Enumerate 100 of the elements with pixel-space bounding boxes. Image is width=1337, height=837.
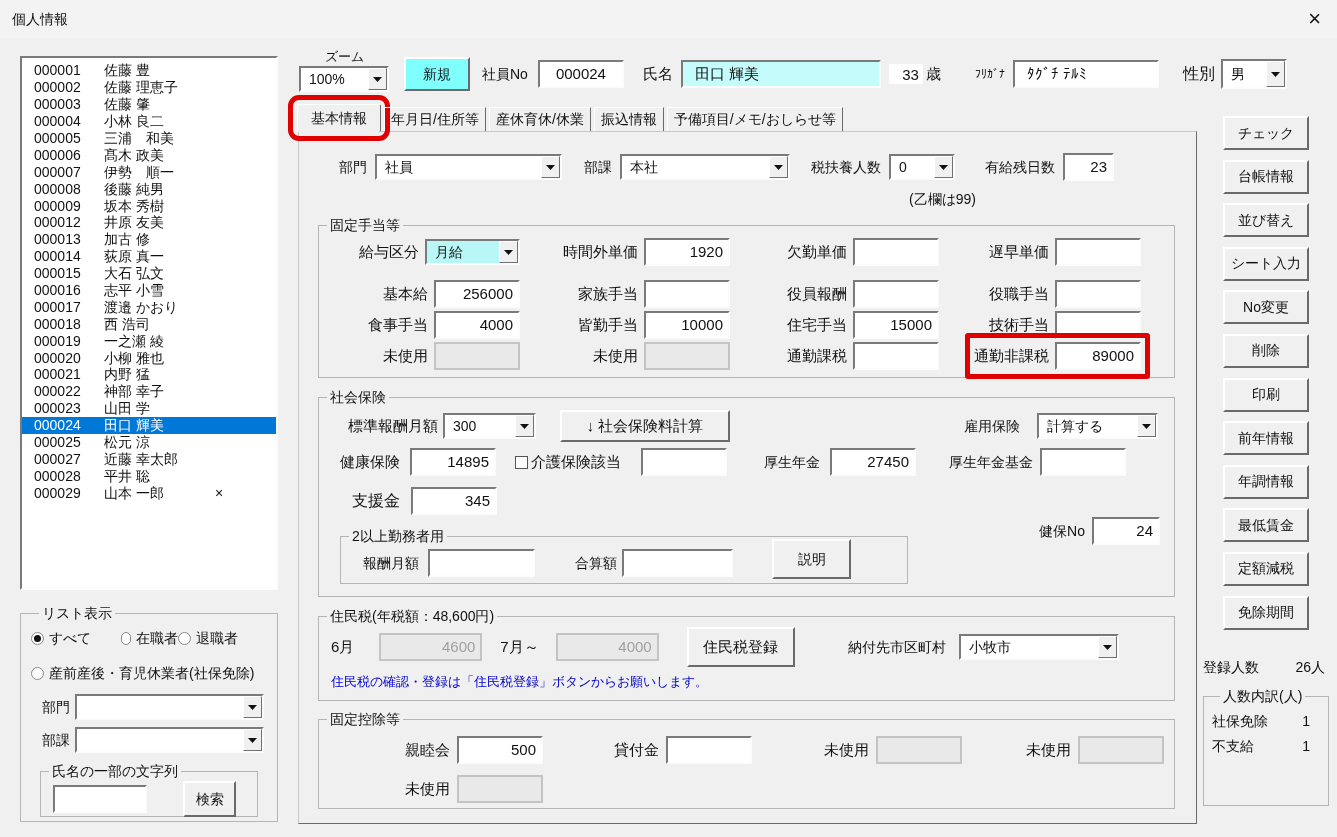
radio-button[interactable]: 産前産後・育児休業者(社保免除) — [31, 663, 255, 684]
dropdown[interactable]: 小牧市 — [958, 634, 1119, 660]
text-field[interactable]: 14895 — [410, 448, 496, 476]
text-field[interactable]: 1920 — [644, 238, 730, 266]
new-button[interactable]: 新規 — [404, 57, 470, 91]
text-field[interactable]: 500 — [457, 736, 543, 764]
text-field[interactable]: ﾀｸﾞﾁ ﾃﾙﾐ — [1012, 60, 1159, 88]
text-field[interactable] — [1040, 448, 1126, 476]
group-title: 人数内訳(人) — [1222, 687, 1304, 707]
list-row[interactable]: 000019 一之瀬 綾 — [22, 332, 276, 350]
list-row[interactable]: 000017 渡邉 かおり — [22, 298, 276, 316]
text-field[interactable]: 10000 — [644, 311, 730, 339]
side-button[interactable]: 最低賃金 — [1223, 508, 1309, 543]
employee-name: 坂本 秀樹 — [104, 198, 165, 213]
list-row[interactable]: 000005 三浦 和美 — [22, 129, 276, 147]
side-button[interactable]: 定額減税 — [1223, 551, 1309, 586]
list-row[interactable]: 000027 近藤 幸太郎 — [22, 450, 276, 468]
dropdown[interactable]: 計算する — [1037, 413, 1158, 439]
list-row[interactable]: 000016 志平 小雪 — [22, 281, 276, 299]
checkbox[interactable]: 介護保険該当 — [515, 450, 639, 474]
list-row[interactable]: 000028 平井 聡 — [22, 467, 276, 485]
side-button[interactable]: 並び替え — [1223, 203, 1309, 238]
dropdown[interactable]: 本社 — [620, 154, 790, 180]
text-field[interactable]: 15000 — [853, 311, 939, 339]
employee-name: 神部 幸子 — [104, 384, 165, 399]
field-label: 未使用 — [405, 778, 450, 799]
text-field[interactable] — [1055, 280, 1141, 308]
list-row[interactable]: 000021 内野 猛 — [22, 366, 276, 383]
side-button[interactable]: チェック — [1223, 116, 1309, 150]
text-field[interactable]: 345 — [411, 487, 497, 515]
side-button[interactable]: 前年情報 — [1223, 421, 1309, 456]
dropdown[interactable]: 100% — [299, 66, 389, 92]
list-row[interactable]: 000007 伊勢 順一 — [22, 163, 276, 181]
list-row[interactable]: 000018 西 浩司 — [22, 315, 276, 333]
dropdown[interactable] — [75, 727, 264, 753]
search-button[interactable]: 検索 — [183, 781, 236, 817]
text-field[interactable]: 27450 — [830, 448, 916, 476]
text-field[interactable]: 256000 — [434, 280, 520, 308]
list-row[interactable]: 000009 坂本 秀樹 — [22, 197, 276, 214]
radio-button[interactable]: 退職者 — [178, 628, 238, 649]
text-field[interactable] — [853, 238, 939, 266]
list-row[interactable]: 000020 小柳 雅也 — [22, 349, 276, 367]
tab[interactable]: 産休育休/休業 — [488, 107, 591, 131]
tab[interactable]: 年月日/住所等 — [384, 107, 486, 131]
close-button[interactable]: × — [1306, 8, 1323, 30]
tab[interactable]: 振込情報 — [593, 107, 664, 131]
text-field[interactable] — [853, 280, 939, 308]
text-field[interactable]: 89000 — [1055, 342, 1141, 370]
list-row[interactable]: 000013 加古 修 — [22, 230, 276, 248]
field-label: 住宅手当 — [787, 314, 847, 335]
caret-icon — [520, 423, 529, 429]
list-row[interactable]: 000004 小林 良二 — [22, 112, 276, 130]
text-field[interactable] — [853, 342, 939, 370]
text-field[interactable] — [428, 549, 535, 577]
list-row[interactable]: 000024 田口 輝美 — [22, 416, 276, 434]
text-field[interactable] — [1055, 238, 1141, 266]
employee-name: 小柳 雅也 — [104, 350, 165, 365]
side-button[interactable]: 年調情報 — [1223, 464, 1309, 499]
text-field[interactable] — [644, 280, 730, 308]
side-button[interactable]: 削除 — [1223, 333, 1309, 368]
text-field[interactable]: 23 — [1063, 153, 1114, 181]
list-row[interactable]: 000003 佐藤 肇 — [22, 95, 276, 113]
explain-button[interactable]: 説明 — [772, 539, 851, 579]
text-field[interactable] — [641, 448, 727, 476]
dropdown[interactable]: 男 — [1220, 59, 1287, 89]
list-row[interactable]: 000025 松元 涼 — [22, 433, 276, 451]
side-button[interactable]: 印刷 — [1223, 377, 1309, 412]
text-field[interactable]: 24 — [1092, 517, 1160, 545]
side-button[interactable]: No変更 — [1223, 290, 1309, 325]
list-row[interactable]: 000001 佐藤 豊 — [22, 62, 276, 79]
employee-number: 000024 — [33, 418, 82, 433]
list-row[interactable]: 000022 神部 幸子 — [22, 382, 276, 400]
dropdown[interactable]: 月給 — [425, 239, 520, 265]
count-value: 1 — [1302, 737, 1310, 757]
list-row[interactable]: 000008 後藤 純男 — [22, 180, 276, 198]
text-field[interactable]: 000024 — [537, 60, 624, 88]
register-button[interactable]: 住民税登録 — [686, 627, 795, 667]
list-row[interactable]: 000002 佐藤 理恵子 — [22, 78, 276, 96]
list-row[interactable]: 000029 山本 一郎 × — [22, 484, 276, 502]
calculate-button[interactable]: ↓ 社会保険料計算 — [560, 410, 730, 442]
list-row[interactable]: 000014 荻原 真一 — [22, 247, 276, 265]
text-field[interactable] — [666, 736, 752, 764]
side-button[interactable]: 免除期間 — [1223, 595, 1309, 630]
radio-button[interactable]: すべて — [31, 628, 121, 649]
radio-button[interactable]: 在職者 — [121, 628, 178, 649]
side-button[interactable]: シート入力 — [1223, 246, 1309, 281]
text-field[interactable]: 田口 輝美 — [680, 60, 881, 88]
list-row[interactable]: 000023 山田 学 — [22, 399, 276, 417]
list-row[interactable]: 000015 大石 弘文 — [22, 264, 276, 282]
text-field[interactable] — [53, 785, 147, 813]
tab[interactable]: 予備項目/メモ/おしらせ等 — [666, 107, 843, 131]
dropdown[interactable] — [75, 694, 264, 720]
list-row[interactable]: 000006 髙木 政美 — [22, 146, 276, 164]
text-field[interactable] — [622, 549, 733, 577]
text-field[interactable]: 4000 — [434, 311, 520, 339]
dropdown[interactable]: 300 — [443, 413, 536, 439]
dropdown[interactable]: 0 — [889, 154, 955, 180]
list-row[interactable]: 000012 井原 友美 — [22, 214, 276, 231]
side-button[interactable]: 台帳情報 — [1223, 159, 1309, 194]
dropdown[interactable]: 社員 — [375, 154, 562, 180]
